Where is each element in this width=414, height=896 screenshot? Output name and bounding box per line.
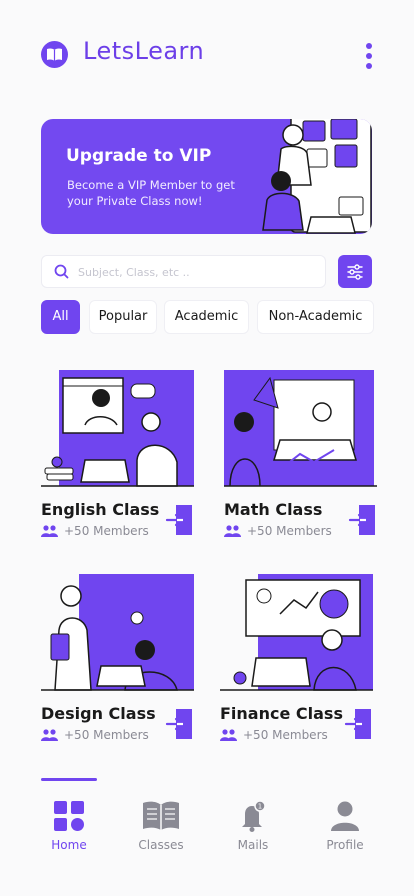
join-class-icon[interactable] bbox=[165, 504, 195, 536]
nav-profile[interactable]: Profile bbox=[310, 800, 380, 860]
chip-all[interactable]: All bbox=[41, 300, 80, 334]
search-icon bbox=[54, 264, 69, 279]
chip-academic[interactable]: Academic bbox=[164, 300, 249, 334]
bottom-navigation: Home Classes 1 Mails Profile bbox=[0, 776, 414, 872]
members-icon bbox=[41, 729, 58, 741]
class-card-design[interactable]: Design Class +50 Members bbox=[41, 574, 201, 754]
logo bbox=[41, 41, 68, 68]
filter-button[interactable] bbox=[338, 255, 372, 288]
members-count: +50 Members bbox=[243, 728, 328, 742]
grid-icon bbox=[54, 801, 84, 831]
category-chips: All Popular Academic Non-Academic bbox=[41, 300, 376, 334]
nav-label: Classes bbox=[138, 838, 184, 852]
design-class-illustration bbox=[41, 574, 194, 691]
members-icon bbox=[41, 525, 58, 537]
nav-label: Profile bbox=[326, 838, 364, 852]
chip-popular[interactable]: Popular bbox=[89, 300, 157, 334]
join-class-icon[interactable] bbox=[165, 708, 195, 740]
banner-title: Upgrade to VIP bbox=[66, 146, 212, 166]
members-count: +50 Members bbox=[64, 728, 149, 742]
members-count: +50 Members bbox=[247, 524, 332, 538]
math-class-illustration bbox=[224, 370, 377, 487]
mail-badge-count: 1 bbox=[258, 803, 262, 811]
join-class-icon[interactable] bbox=[348, 504, 378, 536]
members-count: +50 Members bbox=[64, 524, 149, 538]
nav-label: Home bbox=[51, 838, 87, 852]
join-class-icon[interactable] bbox=[344, 708, 374, 740]
chip-non-academic[interactable]: Non-Academic bbox=[257, 300, 374, 334]
banner-text: Become a VIP Member to get your Private … bbox=[67, 178, 235, 208]
sliders-icon bbox=[347, 264, 363, 280]
vip-banner[interactable]: Upgrade to VIP Become a VIP Member to ge… bbox=[41, 119, 372, 234]
class-title: Math Class bbox=[224, 500, 323, 519]
more-options-icon[interactable] bbox=[362, 43, 376, 69]
nav-home[interactable]: Home bbox=[34, 800, 104, 860]
nav-classes[interactable]: Classes bbox=[126, 800, 196, 860]
english-class-illustration bbox=[41, 370, 194, 487]
vip-illustration bbox=[262, 119, 372, 234]
class-card-math[interactable]: Math Class +50 Members bbox=[224, 370, 384, 550]
finance-class-illustration bbox=[220, 574, 373, 691]
active-tab-indicator bbox=[41, 778, 97, 781]
class-title: English Class bbox=[41, 500, 160, 519]
book-icon bbox=[143, 801, 179, 830]
search-bar bbox=[41, 255, 326, 288]
class-card-finance[interactable]: Finance Class +50 Members bbox=[220, 574, 380, 754]
members-icon bbox=[220, 729, 237, 741]
nav-mails[interactable]: 1 Mails bbox=[218, 800, 288, 860]
members-icon bbox=[224, 525, 241, 537]
app-title: LetsLearn bbox=[83, 37, 205, 65]
class-title: Design Class bbox=[41, 704, 156, 723]
class-card-english[interactable]: English Class +50 Members bbox=[41, 370, 201, 550]
bell-icon: 1 bbox=[242, 800, 266, 832]
class-title: Finance Class bbox=[220, 704, 343, 723]
user-icon bbox=[331, 801, 359, 831]
search-input[interactable] bbox=[78, 262, 318, 282]
book-logo-icon bbox=[47, 48, 62, 61]
nav-label: Mails bbox=[237, 838, 269, 852]
app-header: LetsLearn bbox=[0, 0, 414, 100]
